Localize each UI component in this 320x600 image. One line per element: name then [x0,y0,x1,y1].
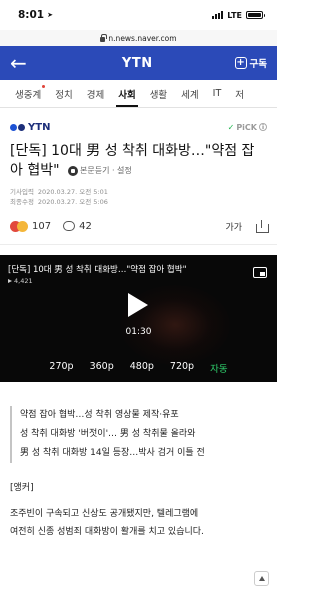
url-bar[interactable]: n.news.naver.com [0,30,277,46]
location-arrow-icon: ➤ [47,11,53,19]
article-body: [앵커] 조주빈이 구속되고 신상도 공개됐지만, 텔레그램에 여전히 신종 성… [0,479,277,541]
article-title: [단독] 10대 男 성 착취 대화방…"약점 잡아 협박" 본문듣기 · 설정 [10,143,255,180]
share-icon[interactable] [256,220,269,233]
ytn-logo-circle-icon [18,123,25,131]
body-line: 조주빈이 구속되고 신상도 공개됐지만, 텔레그램에 [10,508,199,519]
ytn-logo-circle-icon [10,123,17,131]
summary-line: 男 성 착취 대화방 14일 등장…박사 검거 이틀 전 [20,447,205,458]
press-row: YTN ✓ PiCK i [0,114,277,140]
quality-360p[interactable]: 360p [90,361,114,375]
comment-button[interactable]: 42 [63,221,92,232]
network-type: LTE [227,10,242,20]
play-icon[interactable] [128,292,148,317]
lock-icon [100,33,107,42]
arrow-up-icon [258,576,265,581]
subscribe-button[interactable]: + 구독 [234,56,267,70]
speaker-icon [67,165,78,176]
url-text: n.news.naver.com [108,33,177,43]
quality-options: 270p 360p 480p 720p 자동 [0,361,277,375]
emotion-button[interactable]: 107 [10,220,51,232]
tab-it[interactable]: IT [206,80,229,107]
font-size-button[interactable]: 가가 [225,220,242,233]
summary-line: 성 착취 대화방 '버젓이'… 男 성 착취물 올라와 [20,428,196,439]
status-time: 8:01 ➤ [18,9,53,21]
press-logo[interactable]: YTN [122,56,153,71]
video-title: [단독] 10대 男 성 착취 대화방…"약점 잡아 협박" [8,264,187,275]
tab-economy[interactable]: 경제 [80,80,111,107]
clock: 8:01 [18,9,45,21]
quality-270p[interactable]: 270p [49,361,73,375]
emotion-faces-icon [10,220,28,232]
summary-line: 약점 잡아 협박…성 착취 영상물 제작·유포 [20,409,179,420]
video-views: 4,421 [8,277,33,285]
back-arrow-icon[interactable]: ← [10,53,40,73]
check-icon: ✓ [227,122,235,132]
tab-politics[interactable]: 정치 [48,80,79,107]
video-player[interactable]: [단독] 10대 男 성 착취 대화방…"약점 잡아 협박" 4,421 01:… [0,254,277,382]
category-nav: 생중계 정치 경제 사회 생활 세계 IT 저 [0,80,277,108]
body-line: 여전히 신종 성범죄 대화방이 활개를 치고 있습니다. [10,526,204,537]
plus-icon: + [234,57,247,69]
subscribe-label: 구독 [249,59,267,70]
published-date: 기사입력 2020.03.27. 오전 5:01 [10,187,108,196]
tab-live[interactable]: 생중계 [8,80,48,107]
scroll-top-button[interactable] [254,571,269,586]
tts-button[interactable]: 본문듣기 · 설정 [67,161,132,180]
body-line: [앵커] [10,482,34,493]
reaction-bar: 107 42 가가 [0,209,277,245]
info-icon: i [259,123,267,131]
tab-society[interactable]: 사회 [111,80,142,107]
battery-icon [246,11,265,19]
video-duration: 01:30 [125,326,152,337]
pick-badge[interactable]: ✓ PiCK i [228,123,267,132]
signal-icon [212,11,224,19]
tab-life[interactable]: 생활 [143,80,174,107]
quality-auto[interactable]: 자동 [210,361,227,375]
app-header: ← YTN + 구독 [0,46,277,80]
press-brand[interactable]: YTN [10,122,50,133]
status-indicators: LTE [212,10,265,20]
comment-bubble-icon [63,221,76,231]
picture-in-picture-icon[interactable] [253,266,267,278]
status-bar: 8:01 ➤ LTE [0,0,277,30]
article-dates: 기사입력 2020.03.27. 오전 5:01 최종수정 2020.03.27. … [0,181,277,207]
modified-date: 최종수정 2020.03.27. 오전 5:06 [10,197,108,206]
tab-world[interactable]: 세계 [174,80,205,107]
live-dot-icon [42,85,46,88]
tab-more[interactable]: 저 [228,80,251,107]
article-summary: 약점 잡아 협박…성 착취 영상물 제작·유포 성 착취 대화방 '버젓이'… … [10,405,267,463]
quality-480p[interactable]: 480p [130,361,154,375]
quality-720p[interactable]: 720p [170,361,194,375]
play-count-icon [8,278,12,283]
